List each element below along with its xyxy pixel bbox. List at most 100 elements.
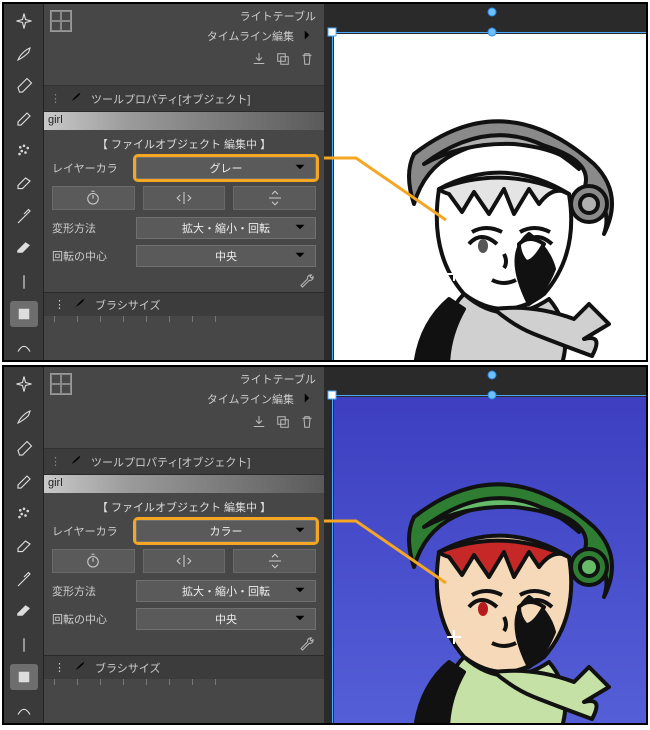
layer-name-strip[interactable]: girl bbox=[44, 112, 324, 130]
rotation-center-value: 中央 bbox=[215, 248, 237, 264]
layer-name-text: girl bbox=[48, 114, 63, 126]
timer-mode-button[interactable] bbox=[52, 186, 135, 210]
import-icon[interactable] bbox=[250, 413, 268, 431]
light-table-label: ライトテーブル bbox=[240, 371, 316, 387]
brush-size-label: ブラシサイズ bbox=[95, 297, 160, 313]
sparkle-icon[interactable] bbox=[10, 8, 38, 35]
brush-small-icon bbox=[67, 451, 85, 472]
property-column: ライトテーブル タイムライン編集 ⋮ ツールプロパティ[オブジェクト] girl… bbox=[44, 367, 324, 723]
tool-property-title: ツールプロパティ[オブジェクト] bbox=[91, 91, 250, 107]
transform-method-value: 拡大・縮小・回転 bbox=[182, 583, 270, 599]
spray-icon[interactable] bbox=[10, 138, 38, 165]
spray-icon[interactable] bbox=[10, 501, 38, 528]
rotation-center-dropdown[interactable]: 中央 bbox=[136, 245, 316, 267]
layer-color-value: カラー bbox=[210, 523, 243, 539]
timeline-edit-label: タイムライン編集 bbox=[207, 28, 294, 44]
tool-property-tab[interactable]: ⋮ ツールプロパティ[オブジェクト] bbox=[44, 86, 324, 112]
chevron-down-icon bbox=[291, 246, 309, 267]
layer-name-strip[interactable]: girl bbox=[44, 475, 324, 493]
rect-icon[interactable] bbox=[10, 664, 38, 691]
toolbar bbox=[4, 4, 44, 360]
wrench-icon[interactable] bbox=[298, 635, 316, 653]
ui-panel-1: ライトテーブル タイムライン編集 ⋮ ツールプロパティ[オブジェクト] girl… bbox=[2, 365, 648, 725]
chevron-right-icon bbox=[298, 26, 316, 47]
rect-icon[interactable] bbox=[10, 301, 38, 328]
pen-icon[interactable] bbox=[10, 436, 38, 463]
layer-color-dropdown[interactable]: グレー bbox=[136, 157, 316, 179]
light-table-menu[interactable]: ライトテーブル bbox=[205, 369, 318, 389]
rotation-handle[interactable] bbox=[488, 371, 497, 380]
chevron-down-icon bbox=[291, 581, 309, 602]
pencil-icon[interactable] bbox=[10, 106, 38, 133]
timer-mode-button[interactable] bbox=[52, 549, 135, 573]
selection-handle-tl[interactable] bbox=[328, 391, 337, 400]
artboard[interactable] bbox=[334, 34, 646, 360]
selection-handle-t[interactable] bbox=[488, 391, 497, 400]
tab-handle-icon: ⋮ bbox=[50, 92, 61, 105]
brush-icon[interactable] bbox=[10, 41, 38, 68]
trash-icon[interactable] bbox=[298, 413, 316, 431]
knife-icon[interactable] bbox=[10, 566, 38, 593]
layer-color-label: レイヤーカラ bbox=[52, 523, 130, 539]
layer-name-text: girl bbox=[48, 477, 63, 489]
layer-color-dropdown[interactable]: カラー bbox=[136, 520, 316, 542]
tab-handle-icon: ⋮ bbox=[50, 455, 61, 468]
brush-small-icon bbox=[71, 294, 89, 315]
brush-size-tab[interactable]: ⋮ ブラシサイズ bbox=[44, 292, 324, 316]
selection-handle-tl[interactable] bbox=[328, 28, 337, 37]
curve-icon[interactable] bbox=[10, 333, 38, 360]
layer-color-value: グレー bbox=[210, 160, 243, 176]
eraser-icon[interactable] bbox=[10, 236, 38, 263]
transform-method-label: 変形方法 bbox=[52, 583, 130, 599]
eraser-tip-icon[interactable] bbox=[10, 171, 38, 198]
flip-vertical-button[interactable] bbox=[233, 549, 316, 573]
import-icon[interactable] bbox=[250, 50, 268, 68]
eraser-tip-icon[interactable] bbox=[10, 534, 38, 561]
timeline-edit-menu[interactable]: タイムライン編集 bbox=[205, 389, 318, 409]
vertical-tool-icon[interactable] bbox=[10, 631, 38, 658]
canvas-area[interactable] bbox=[324, 4, 646, 360]
artboard[interactable] bbox=[334, 397, 646, 723]
light-table-menu[interactable]: ライトテーブル bbox=[205, 6, 318, 26]
editing-banner: 【 ファイルオブジェクト 編集中 】 bbox=[44, 493, 324, 517]
rotation-handle[interactable] bbox=[488, 8, 497, 17]
canvas-area[interactable] bbox=[324, 367, 646, 723]
duplicate-icon[interactable] bbox=[274, 50, 292, 68]
character-art bbox=[354, 457, 646, 723]
trash-icon[interactable] bbox=[298, 50, 316, 68]
editing-banner: 【 ファイルオブジェクト 編集中 】 bbox=[44, 130, 324, 154]
layout-grid-button[interactable] bbox=[50, 373, 72, 395]
chevron-down-icon bbox=[291, 158, 309, 179]
transform-method-value: 拡大・縮小・回転 bbox=[182, 220, 270, 236]
flip-horizontal-button[interactable] bbox=[143, 186, 226, 210]
brush-icon[interactable] bbox=[10, 404, 38, 431]
flip-vertical-button[interactable] bbox=[233, 186, 316, 210]
toolbar bbox=[4, 367, 44, 723]
brush-small-icon bbox=[67, 88, 85, 109]
sparkle-icon[interactable] bbox=[10, 371, 38, 398]
knife-icon[interactable] bbox=[10, 203, 38, 230]
selection-handle-t[interactable] bbox=[488, 28, 497, 37]
curve-icon[interactable] bbox=[10, 696, 38, 723]
pen-icon[interactable] bbox=[10, 73, 38, 100]
layout-grid-button[interactable] bbox=[50, 10, 72, 32]
rotation-center-label: 回転の中心 bbox=[52, 248, 130, 264]
tool-property-tab[interactable]: ⋮ ツールプロパティ[オブジェクト] bbox=[44, 449, 324, 475]
brush-size-ticks bbox=[44, 679, 324, 691]
rotation-center-dropdown[interactable]: 中央 bbox=[136, 608, 316, 630]
vertical-tool-icon[interactable] bbox=[10, 268, 38, 295]
character-art bbox=[354, 94, 646, 360]
timeline-edit-menu[interactable]: タイムライン編集 bbox=[205, 26, 318, 46]
eraser-icon[interactable] bbox=[10, 599, 38, 626]
tab-handle-icon: ⋮ bbox=[54, 661, 65, 674]
wrench-icon[interactable] bbox=[298, 272, 316, 290]
chevron-down-icon bbox=[291, 609, 309, 630]
ui-panel-0: ライトテーブル タイムライン編集 ⋮ ツールプロパティ[オブジェクト] girl… bbox=[2, 2, 648, 362]
pencil-icon[interactable] bbox=[10, 469, 38, 496]
transform-method-dropdown[interactable]: 拡大・縮小・回転 bbox=[136, 580, 316, 602]
transform-method-dropdown[interactable]: 拡大・縮小・回転 bbox=[136, 217, 316, 239]
flip-horizontal-button[interactable] bbox=[143, 549, 226, 573]
duplicate-icon[interactable] bbox=[274, 413, 292, 431]
brush-size-tab[interactable]: ⋮ ブラシサイズ bbox=[44, 655, 324, 679]
brush-size-label: ブラシサイズ bbox=[95, 660, 160, 676]
